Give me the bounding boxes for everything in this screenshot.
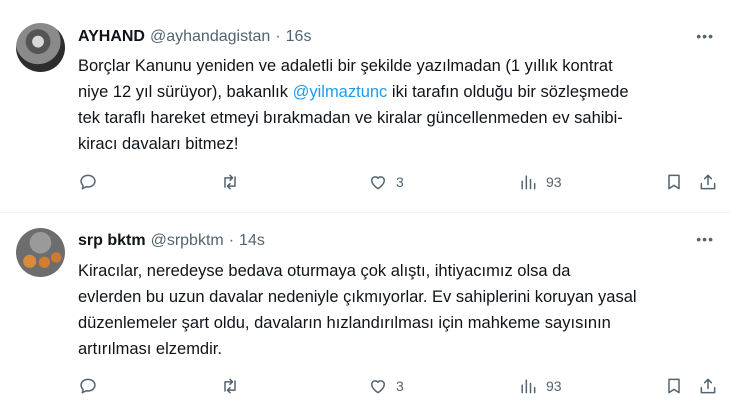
tweet-header: srp bktm @srpbktm · 14s <box>78 232 265 250</box>
comment-bubble-icon <box>80 378 96 394</box>
share-button[interactable] <box>698 376 718 396</box>
more-dots-icon[interactable]: ••• <box>696 231 714 247</box>
bookmark-icon <box>668 378 680 394</box>
tweet[interactable]: srp bktm @srpbktm · 14s ••• Kiracılar, n… <box>0 0 730 394</box>
bookmark-button[interactable] <box>664 376 684 396</box>
views-button[interactable]: 93 <box>518 376 562 396</box>
text-line: artırılması elzemdir. <box>78 340 222 358</box>
retweet-icon <box>224 378 236 394</box>
avatar[interactable] <box>16 228 65 277</box>
timestamp[interactable]: 14s <box>239 232 265 250</box>
bar-chart-icon <box>521 379 536 394</box>
text-line: Kiracılar, neredeyse bedava oturmaya çok… <box>78 262 571 280</box>
like-button[interactable]: 3 <box>368 376 404 396</box>
display-name[interactable]: srp bktm <box>78 232 146 250</box>
action-bar: 3 93 <box>78 376 718 400</box>
user-handle[interactable]: @srpbktm <box>151 232 224 250</box>
share-icon <box>700 378 716 394</box>
view-count: 93 <box>546 378 562 394</box>
retweet-button[interactable] <box>220 376 240 396</box>
reply-button[interactable] <box>78 376 98 396</box>
text-line: düzenlemeler şart oldu, davaların hızlan… <box>78 314 611 332</box>
separator: · <box>228 232 235 249</box>
text-line: evlerden bu uzun davalar nedeniyle çıkmı… <box>78 288 637 306</box>
heart-icon <box>371 380 385 394</box>
tweet-text: Kiracılar, neredeyse bedava oturmaya çok… <box>78 258 718 362</box>
like-count: 3 <box>396 378 404 394</box>
